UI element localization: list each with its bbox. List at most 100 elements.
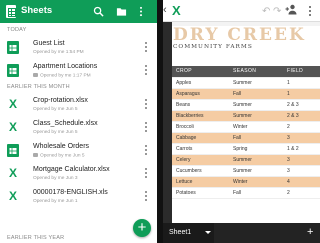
cell[interactable]: 4 [283, 176, 320, 188]
new-spreadsheet-button[interactable]: + [133, 219, 151, 237]
opened-date: Opened by me 1:17 PM [40, 73, 91, 79]
sheet-tab[interactable]: Sheet1 [163, 223, 214, 243]
cell[interactable]: 2 [283, 121, 320, 133]
file-row[interactable]: Apartment Locations Opened by me 1:17 PM [0, 60, 157, 81]
cell[interactable]: Broccoli [172, 121, 229, 133]
file-row[interactable]: X Crop-rotation.xlsx Opened by me Jun 5 [0, 94, 157, 115]
file-list-pane: Sheets TODAY Guest List Opened by me 1:5… [0, 0, 157, 243]
cell[interactable]: Summer [229, 110, 283, 122]
file-row[interactable]: X Mortgage Calculator.xlsx Opened by me … [0, 163, 157, 184]
sheet-subtitle-cell[interactable]: COMMUNITY FARMS [173, 44, 253, 50]
file-more-icon[interactable] [144, 65, 147, 76]
file-meta: Opened by me 1:17 PM [33, 73, 91, 79]
cell[interactable]: Beans [172, 99, 229, 111]
spreadsheet-pane: ‹ X ↶ ↷ DRY CREEK COMMUNITY FARMS CROP S… [163, 0, 320, 243]
cell[interactable]: Fall [229, 88, 283, 100]
opened-date: Opened by me Jun 5 [33, 107, 78, 112]
file-row[interactable]: Guest List Opened by me 1:54 PM [0, 37, 157, 58]
excel-icon: X [8, 120, 17, 134]
table-row: Blackberries Summer 2 & 3 [172, 110, 320, 122]
excel-logo-icon: X [172, 3, 181, 18]
table-row: Asparagus Fall 1 [172, 88, 320, 100]
section-header-earlier-this-month: EARLIER THIS MONTH [7, 84, 70, 90]
cell[interactable]: Celery [172, 154, 229, 166]
cell[interactable]: Winter [229, 176, 283, 188]
opened-date: Opened by me Jun 5 [33, 130, 78, 135]
undo-icon[interactable]: ↶ [262, 6, 270, 17]
cell[interactable]: Lettuce [172, 176, 229, 188]
folder-icon[interactable] [116, 6, 127, 17]
sheet-title-cell[interactable]: DRY CREEK [173, 25, 306, 45]
table-row: Celery Summer 3 [172, 154, 320, 166]
cell[interactable]: 3 [283, 132, 320, 144]
cell[interactable]: Cucumbers [172, 165, 229, 177]
table-row: Apples Summer 1 [172, 77, 320, 89]
cell[interactable]: 2 & 3 [283, 99, 320, 111]
cell[interactable]: Asparagus [172, 88, 229, 100]
file-more-icon[interactable] [144, 168, 147, 179]
app-bar: Sheets [0, 0, 157, 23]
sheets-logo-icon [6, 5, 16, 18]
table-row: Lettuce Winter 4 [172, 176, 320, 188]
table-row: Cabbage Fall 3 [172, 132, 320, 144]
file-meta: Opened by me Jun 1 [33, 199, 78, 204]
file-more-icon[interactable] [144, 99, 147, 110]
sheets-icon [7, 144, 19, 157]
cell[interactable]: 3 [283, 165, 320, 177]
cell[interactable]: Cabbage [172, 132, 229, 144]
opened-date: Opened by me 1:54 PM [33, 50, 84, 55]
header-cell-field[interactable]: FIELD [283, 66, 320, 78]
opened-date: Opened by me Jun 3 [33, 176, 78, 181]
overflow-menu-icon[interactable] [139, 6, 143, 17]
cell[interactable]: Carrots [172, 143, 229, 155]
file-meta: Opened by me Jun 5 [33, 130, 78, 135]
cell[interactable]: Apples [172, 77, 229, 89]
row-header-gutter [163, 22, 172, 223]
excel-icon: X [8, 166, 17, 180]
cell[interactable]: 1 [283, 88, 320, 100]
cell[interactable]: Spring [229, 143, 283, 155]
cell[interactable]: 3 [283, 154, 320, 166]
section-header-earlier-this-year: EARLIER THIS YEAR [7, 235, 65, 241]
cell[interactable]: Fall [229, 187, 283, 199]
cell[interactable]: Summer [229, 77, 283, 89]
excel-icon: X [8, 97, 17, 111]
header-cell-season[interactable]: SEASON [229, 66, 283, 78]
file-row[interactable]: Wholesale Orders Opened by me Jun 5 [0, 140, 157, 161]
cell[interactable]: Summer [229, 165, 283, 177]
cell[interactable]: Blackberries [172, 110, 229, 122]
opened-date: Opened by me Jun 5 [40, 153, 85, 159]
file-more-icon[interactable] [144, 145, 147, 156]
table-header-row: CROP SEASON FIELD [172, 66, 320, 78]
cell[interactable]: Summer [229, 154, 283, 166]
chevron-down-icon[interactable] [205, 231, 211, 234]
file-more-icon[interactable] [144, 42, 147, 53]
table-row: Beans Summer 2 & 3 [172, 99, 320, 111]
cell[interactable]: Fall [229, 132, 283, 144]
add-person-icon[interactable] [285, 4, 297, 15]
cell[interactable]: Potatoes [172, 187, 229, 199]
file-row[interactable]: X 00000178-ENGLISH.xls Opened by me Jun … [0, 186, 157, 207]
section-header-today: TODAY [7, 27, 27, 33]
cell[interactable]: Summer [229, 99, 283, 111]
cell[interactable]: 1 & 2 [283, 143, 320, 155]
shared-icon [33, 73, 38, 77]
back-arrow-icon[interactable]: ‹ [163, 4, 167, 16]
cell[interactable]: 2 & 3 [283, 110, 320, 122]
table-row: Cucumbers Summer 3 [172, 165, 320, 177]
cell[interactable]: 1 [283, 77, 320, 89]
file-more-icon[interactable] [144, 191, 147, 202]
cell[interactable]: 2 [283, 187, 320, 199]
search-icon[interactable] [93, 6, 104, 17]
redo-icon[interactable]: ↷ [273, 6, 281, 17]
table-row: Carrots Spring 1 & 2 [172, 143, 320, 155]
table-row: Potatoes Fall 2 [172, 187, 320, 199]
sheet-tab-label: Sheet1 [169, 229, 192, 236]
file-row[interactable]: X Class_Schedule.xlsx Opened by me Jun 5 [0, 117, 157, 138]
cell[interactable]: Winter [229, 121, 283, 133]
file-more-icon[interactable] [144, 122, 147, 133]
header-cell-crop[interactable]: CROP [172, 66, 229, 78]
file-meta: Opened by me Jun 5 [33, 107, 78, 112]
overflow-menu-icon[interactable] [309, 6, 312, 18]
add-sheet-button[interactable]: + [307, 226, 313, 238]
